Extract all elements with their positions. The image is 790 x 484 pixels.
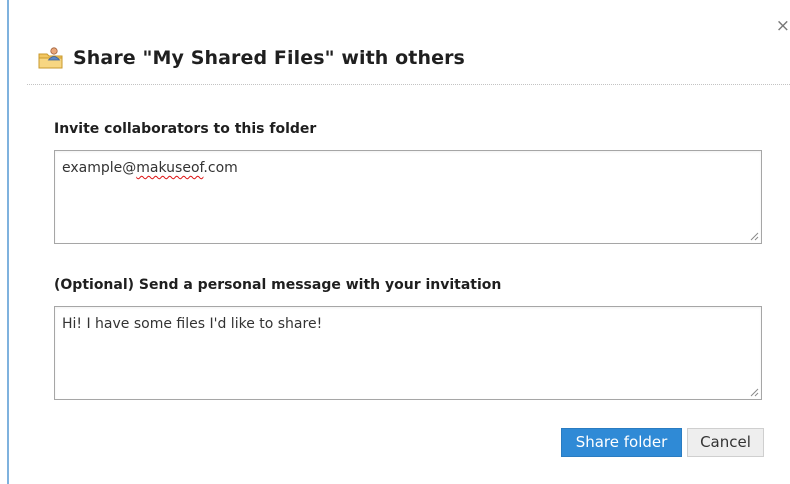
header-divider	[27, 84, 790, 85]
invite-label: Invite collaborators to this folder	[54, 121, 317, 137]
dialog-header: Share "My Shared Files" with others	[38, 43, 465, 73]
close-button[interactable]: ×	[774, 16, 790, 36]
message-textarea-value: Hi! I have some files I'd like to share!	[62, 316, 323, 332]
cancel-button[interactable]: Cancel	[687, 428, 764, 457]
resize-grip-icon[interactable]	[749, 387, 759, 397]
folder-person-icon	[38, 47, 63, 69]
personal-message-textarea[interactable]: Hi! I have some files I'd like to share!	[54, 306, 762, 400]
share-folder-button[interactable]: Share folder	[561, 428, 682, 457]
message-label: (Optional) Send a personal message with …	[54, 277, 502, 293]
invite-collaborators-textarea[interactable]: example@makuseof.com	[54, 150, 762, 244]
close-icon: ×	[775, 16, 790, 36]
dialog-title: Share "My Shared Files" with others	[73, 47, 465, 69]
invite-textarea-value: example@makuseof.com	[62, 160, 238, 176]
resize-grip-icon[interactable]	[749, 231, 759, 241]
dialog-left-border	[7, 0, 9, 484]
misspelled-word: makuseof	[136, 160, 204, 176]
